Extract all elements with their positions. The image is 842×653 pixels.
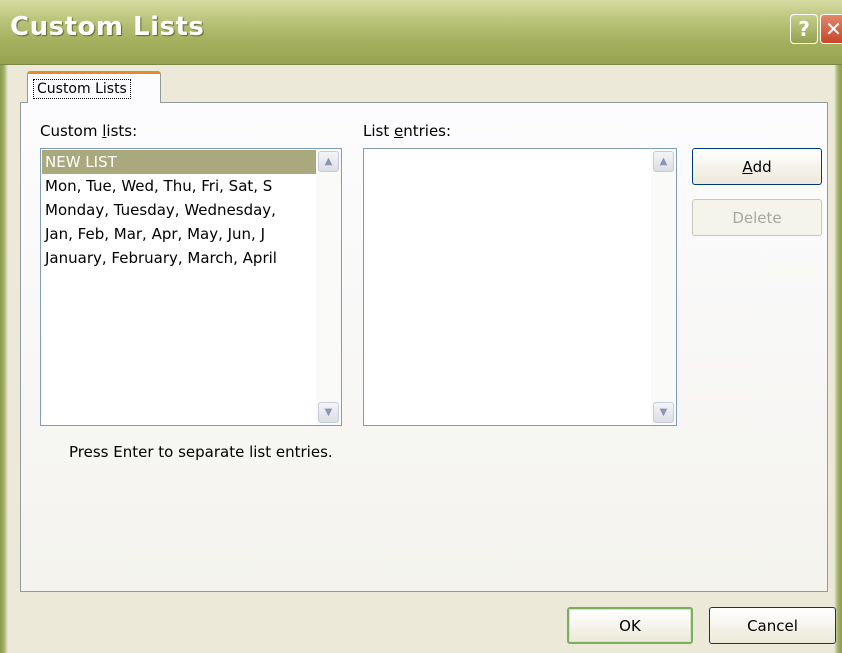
custom-lists-listbox[interactable]: NEW LIST Mon, Tue, Wed, Thu, Fri, Sat, SM… — [40, 148, 342, 426]
chevron-up-icon: ▲ — [324, 156, 333, 167]
scroll-down-button[interactable]: ▼ — [318, 402, 339, 423]
window-title: Custom Lists — [10, 12, 205, 42]
chevron-down-icon: ▼ — [659, 407, 668, 418]
close-icon: ✕ — [825, 17, 842, 41]
list-item-selected[interactable]: NEW LIST — [42, 150, 316, 174]
help-icon: ? — [798, 17, 810, 41]
add-button[interactable]: Add — [692, 148, 822, 185]
custom-lists-label: Custom lists: — [40, 122, 138, 140]
list-entries-scrollbar[interactable]: ▲ ▼ — [651, 149, 676, 425]
list-item[interactable]: Monday, Tuesday, Wednesday, — [42, 198, 316, 222]
list-entries-label: List entries: — [363, 122, 452, 140]
custom-lists-items: NEW LIST Mon, Tue, Wed, Thu, Fri, Sat, SM… — [42, 150, 316, 270]
chevron-down-icon: ▼ — [324, 407, 333, 418]
custom-lists-scrollbar[interactable]: ▲ ▼ — [316, 149, 341, 425]
ok-button[interactable]: OK — [567, 607, 693, 644]
delete-button[interactable]: Delete — [692, 199, 822, 236]
tab-custom-lists-label: Custom Lists — [33, 79, 131, 99]
list-entries-textarea[interactable]: ▲ ▼ — [363, 148, 677, 426]
chevron-up-icon: ▲ — [659, 156, 668, 167]
close-button[interactable]: ✕ — [820, 14, 842, 44]
cancel-button[interactable]: Cancel — [709, 607, 836, 644]
tab-custom-lists[interactable]: Custom Lists — [27, 71, 161, 103]
scroll-up-button[interactable]: ▲ — [318, 151, 339, 172]
hint-text: Press Enter to separate list entries. — [69, 443, 333, 461]
entries-scroll-up-button[interactable]: ▲ — [653, 151, 674, 172]
custom-lists-dialog: Custom Lists ? ✕ Custom Lists Custom lis… — [0, 0, 842, 653]
list-item[interactable]: Mon, Tue, Wed, Thu, Fri, Sat, S — [42, 174, 316, 198]
list-item[interactable]: January, February, March, April — [42, 246, 316, 270]
title-bar[interactable]: Custom Lists ? ✕ — [0, 0, 842, 65]
help-button[interactable]: ? — [790, 14, 818, 44]
entries-scroll-down-button[interactable]: ▼ — [653, 402, 674, 423]
list-item[interactable]: Jan, Feb, Mar, Apr, May, Jun, J — [42, 222, 316, 246]
